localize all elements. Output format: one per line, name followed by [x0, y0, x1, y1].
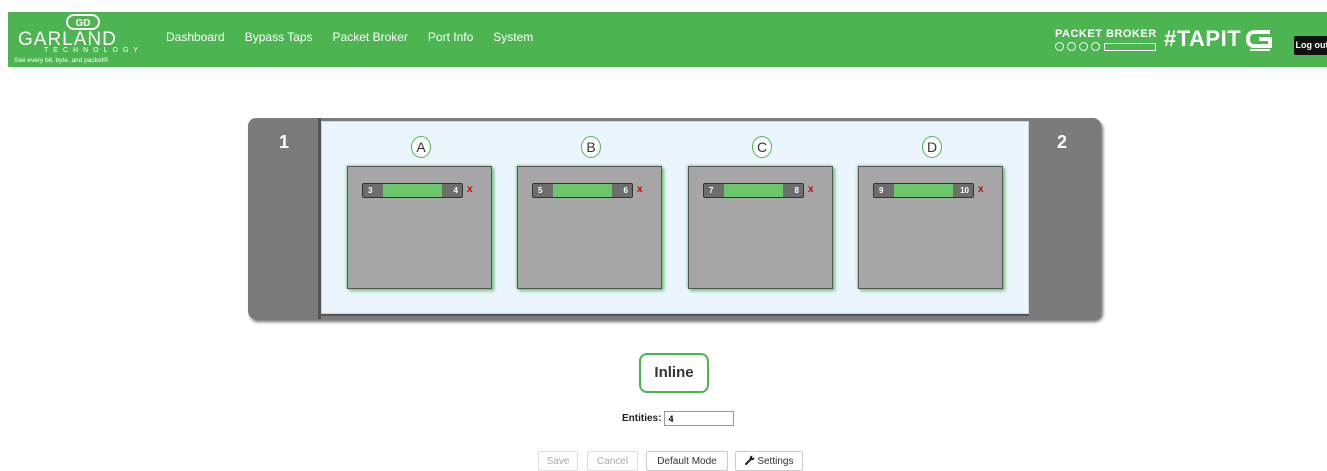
entities-field-row: Entities: — [622, 411, 735, 426]
entity-group-b: B 5 6 x — [517, 122, 663, 313]
entity-letter[interactable]: C — [752, 136, 772, 158]
nav-bypass-taps[interactable]: Bypass Taps — [245, 30, 313, 44]
entity-group-d: D 9 10 x — [858, 122, 1004, 313]
port-right[interactable]: 10 — [953, 184, 973, 197]
mode-inline-button[interactable]: Inline — [639, 353, 709, 393]
port-link[interactable]: 7 8 — [703, 183, 804, 198]
settings-button[interactable]: Settings — [735, 451, 803, 471]
packet-broker-ports-icon — [1055, 42, 1156, 51]
entity-letter[interactable]: B — [581, 136, 601, 158]
nav-system[interactable]: System — [493, 30, 533, 44]
garland-g-icon — [1246, 30, 1272, 51]
chassis-panel: 1 2 A 3 4 x B 5 6 x C 7 8 x D 9 10 x — [248, 118, 1101, 319]
entity-letter[interactable]: D — [922, 136, 942, 158]
save-button[interactable]: Save — [538, 451, 578, 471]
logout-button[interactable]: Log out — [1294, 36, 1327, 55]
svg-text:GD: GD — [76, 18, 91, 29]
entity-group-a: A 3 4 x — [347, 122, 493, 313]
entity-card[interactable]: 3 4 x — [347, 166, 492, 289]
port-right[interactable]: 8 — [783, 184, 803, 197]
cancel-button[interactable]: Cancel — [587, 451, 638, 471]
entity-letter[interactable]: A — [411, 136, 431, 158]
chassis-port-1-label: 1 — [279, 132, 290, 152]
entity-group-c: C 7 8 x — [688, 122, 834, 313]
remove-link-button[interactable]: x — [637, 183, 643, 196]
packet-broker-brand: PACKET BROKER — [1055, 26, 1175, 56]
settings-label: Settings — [757, 456, 794, 467]
remove-link-button[interactable]: x — [467, 183, 473, 196]
logo-subtitle: TECHNOLOGY — [44, 47, 144, 54]
packet-broker-brand-text: PACKET BROKER — [1055, 28, 1157, 40]
top-navbar: GD GARLAND TECHNOLOGY See every bit, byt… — [8, 12, 1327, 67]
entities-input[interactable] — [664, 411, 735, 426]
chassis-port-2-label: 2 — [1057, 132, 1068, 152]
entity-card[interactable]: 7 8 x — [688, 166, 833, 289]
default-mode-button[interactable]: Default Mode — [646, 451, 728, 471]
port-left[interactable]: 7 — [704, 184, 724, 197]
port-left[interactable]: 5 — [533, 184, 553, 197]
port-left[interactable]: 3 — [363, 184, 383, 197]
port-link[interactable]: 5 6 — [532, 183, 633, 198]
main-nav: Dashboard Bypass Taps Packet Broker Port… — [166, 30, 553, 44]
port-right[interactable]: 6 — [612, 184, 632, 197]
remove-link-button[interactable]: x — [978, 183, 984, 196]
garland-logo[interactable]: GD GARLAND TECHNOLOGY See every bit, byt… — [14, 14, 164, 66]
port-right[interactable]: 4 — [442, 184, 462, 197]
port-link[interactable]: 3 4 — [362, 183, 463, 198]
port-link[interactable]: 9 10 — [873, 183, 974, 198]
remove-link-button[interactable]: x — [808, 183, 814, 196]
logo-tagline: See every bit, byte, and packet® — [14, 57, 109, 64]
nav-port-info[interactable]: Port Info — [428, 30, 473, 44]
entities-label: Entities: — [622, 413, 662, 424]
port-left[interactable]: 9 — [874, 184, 894, 197]
nav-packet-broker[interactable]: Packet Broker — [333, 30, 408, 44]
nav-dashboard[interactable]: Dashboard — [166, 30, 225, 44]
entity-area: A 3 4 x B 5 6 x C 7 8 x D 9 10 x — [321, 121, 1029, 314]
tapit-brand: #TAPIT — [1164, 26, 1242, 51]
entity-card[interactable]: 9 10 x — [858, 166, 1003, 289]
entity-card[interactable]: 5 6 x — [517, 166, 662, 289]
garland-logo-mark-icon: GD — [66, 14, 100, 30]
wrench-icon — [744, 455, 754, 465]
